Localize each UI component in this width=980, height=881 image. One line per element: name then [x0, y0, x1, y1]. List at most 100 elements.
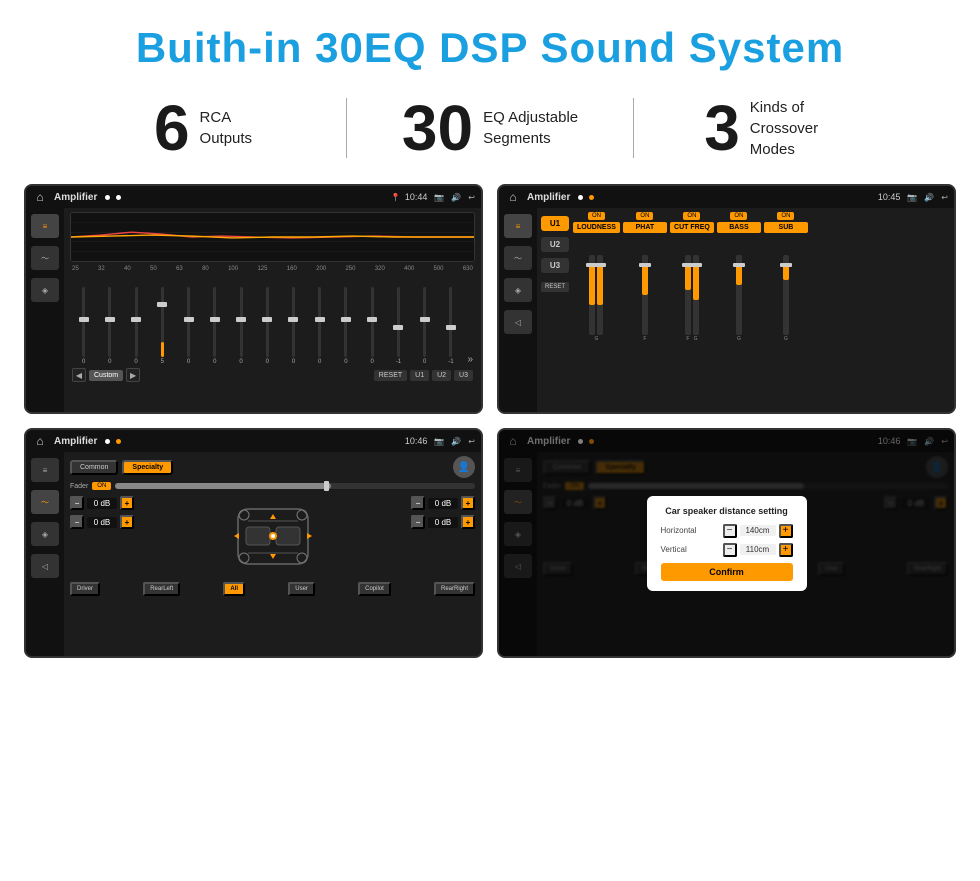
fader-back-icon[interactable]: ↩ — [468, 437, 475, 446]
eq-more-btn[interactable]: » — [466, 354, 474, 365]
fl2-vol-display: 0 dB — [87, 517, 117, 528]
eq-slider-1[interactable]: 0 — [98, 287, 121, 365]
eq-play-btn[interactable]: ▶ — [126, 368, 140, 382]
fl2-plus-btn[interactable]: + — [120, 515, 134, 529]
eq-slider-4[interactable]: 0 — [177, 287, 200, 365]
vertical-plus-btn[interactable]: + — [779, 543, 793, 557]
distance-dialog-box: Car speaker distance setting Horizontal … — [647, 496, 807, 591]
crossover-vol-icon[interactable]: ◁ — [504, 310, 532, 334]
eq-bottom-bar: ◀ Custom ▶ RESET U1 U2 U3 — [70, 368, 475, 382]
horizontal-value: 140cm — [740, 525, 776, 536]
fader-speaker-icon[interactable]: ◈ — [31, 522, 59, 546]
location-icon: 📍 — [391, 193, 401, 202]
fl2-minus-btn[interactable]: − — [70, 515, 84, 529]
eq-val-1: 0 — [108, 359, 111, 365]
fl-minus-btn[interactable]: − — [70, 496, 84, 510]
eq-u1-btn[interactable]: U1 — [410, 370, 429, 381]
u-buttons: U1 U2 U3 RESET — [541, 212, 569, 408]
eq-slider-9[interactable]: 0 — [308, 287, 331, 365]
fader-vol-icon[interactable]: ◁ — [31, 554, 59, 578]
eq-sidebar-speaker-icon[interactable]: ◈ — [31, 278, 59, 302]
car-diagram-area — [140, 496, 405, 576]
eq-slider-2[interactable]: 0 — [124, 287, 147, 365]
freq-25: 25 — [72, 266, 79, 272]
eq-slider-5[interactable]: 0 — [203, 287, 226, 365]
eq-prev-btn[interactable]: ◀ — [72, 368, 86, 382]
eq-slider-13[interactable]: 0 — [413, 287, 436, 365]
crossover-content: ≡ 〜 ◈ ◁ U1 U2 U3 RESET ON LOUDN — [499, 208, 954, 412]
eq-slider-8[interactable]: 0 — [282, 287, 305, 365]
crossover-back-icon[interactable]: ↩ — [941, 193, 948, 202]
phat-on: ON — [636, 212, 653, 220]
horizontal-minus-btn[interactable]: − — [723, 524, 737, 538]
eq-val-6: 0 — [239, 359, 242, 365]
vertical-value: 110cm — [740, 544, 776, 555]
eq-content: ≡ 〜 ◈ — [26, 208, 481, 412]
crossover-reset-btn[interactable]: RESET — [541, 282, 569, 292]
rr-minus-btn[interactable]: − — [411, 515, 425, 529]
stat-label-crossover: Kinds of Crossover Modes — [750, 97, 850, 160]
vertical-minus-btn[interactable]: − — [723, 543, 737, 557]
crossover-home-icon[interactable]: ⌂ — [505, 189, 521, 205]
rr-vol-display: 0 dB — [428, 517, 458, 528]
eq-slider-6[interactable]: 0 — [229, 287, 252, 365]
driver-btn[interactable]: Driver — [70, 582, 100, 596]
fader-on-btn[interactable]: ON — [92, 482, 111, 490]
eq-slider-14[interactable]: -1 — [439, 287, 462, 365]
u1-btn[interactable]: U1 — [541, 216, 569, 231]
horizontal-plus-btn[interactable]: + — [779, 524, 793, 538]
rear-right-vol-row: − 0 dB + — [411, 515, 475, 529]
rearright-btn[interactable]: RearRight — [434, 582, 475, 596]
eq-u3-btn[interactable]: U3 — [454, 370, 473, 381]
crossover-wave-icon[interactable]: 〜 — [504, 246, 532, 270]
eq-status-title: Amplifier — [54, 192, 97, 203]
eq-reset-btn[interactable]: RESET — [374, 370, 407, 381]
fader-eq-icon[interactable]: ≡ — [31, 458, 59, 482]
eq-u2-btn[interactable]: U2 — [432, 370, 451, 381]
eq-val-0: 0 — [82, 359, 85, 365]
eq-slider-10[interactable]: 0 — [334, 287, 357, 365]
eq-sidebar-eq-icon[interactable]: ≡ — [31, 214, 59, 238]
user-btn[interactable]: User — [288, 582, 315, 596]
all-btn[interactable]: All — [223, 582, 245, 596]
rr-plus-btn[interactable]: + — [461, 515, 475, 529]
home-icon[interactable]: ⌂ — [32, 189, 48, 205]
fr-plus-btn[interactable]: + — [461, 496, 475, 510]
fader-home-icon[interactable]: ⌂ — [32, 433, 48, 449]
eq-graph — [70, 212, 475, 262]
stat-number-crossover: 3 — [704, 96, 740, 160]
fr-minus-btn[interactable]: − — [411, 496, 425, 510]
fader-wave-icon[interactable]: 〜 — [31, 490, 59, 514]
eq-slider-11[interactable]: 0 — [361, 287, 384, 365]
fader-content: ≡ 〜 ◈ ◁ Common Specialty 👤 Fader ON — [26, 452, 481, 656]
confirm-button[interactable]: Confirm — [661, 563, 793, 581]
copilot-btn[interactable]: Copilot — [358, 582, 391, 596]
eq-back-icon[interactable]: ↩ — [468, 193, 475, 202]
crossover-speaker-icon[interactable]: ◈ — [504, 278, 532, 302]
eq-slider-0[interactable]: 0 — [72, 287, 95, 365]
sub-on: ON — [777, 212, 794, 220]
fl-plus-btn[interactable]: + — [120, 496, 134, 510]
crossover-main-area: U1 U2 U3 RESET ON LOUDNESS — [537, 208, 954, 412]
eq-val-2: 0 — [134, 359, 137, 365]
u3-btn[interactable]: U3 — [541, 258, 569, 273]
eq-slider-12[interactable]: -1 — [387, 287, 410, 365]
rearleft-btn[interactable]: RearLeft — [143, 582, 180, 596]
eq-slider-3[interactable]: 5 — [151, 287, 174, 365]
eq-slider-7[interactable]: 0 — [256, 287, 279, 365]
fader-tab-common[interactable]: Common — [70, 460, 118, 475]
stats-row: 6 RCA Outputs 30 EQ Adjustable Segments … — [0, 86, 980, 176]
eq-sidebar: ≡ 〜 ◈ — [26, 208, 64, 412]
crossover-eq-icon[interactable]: ≡ — [504, 214, 532, 238]
fader-slider[interactable] — [115, 483, 475, 489]
volume-icon: 🔊 — [451, 193, 461, 202]
eq-freq-labels: 25 32 40 50 63 80 100 125 160 200 250 32… — [70, 266, 475, 272]
eq-main-area: 25 32 40 50 63 80 100 125 160 200 250 32… — [64, 208, 481, 412]
u2-btn[interactable]: U2 — [541, 237, 569, 252]
eq-custom-btn[interactable]: Custom — [89, 370, 123, 381]
eq-val-5: 0 — [213, 359, 216, 365]
fader-status-title: Amplifier — [54, 436, 97, 447]
eq-sidebar-wave-icon[interactable]: 〜 — [31, 246, 59, 270]
fader-tab-specialty[interactable]: Specialty — [122, 460, 173, 475]
vertical-field-row: Vertical − 110cm + — [661, 543, 793, 557]
